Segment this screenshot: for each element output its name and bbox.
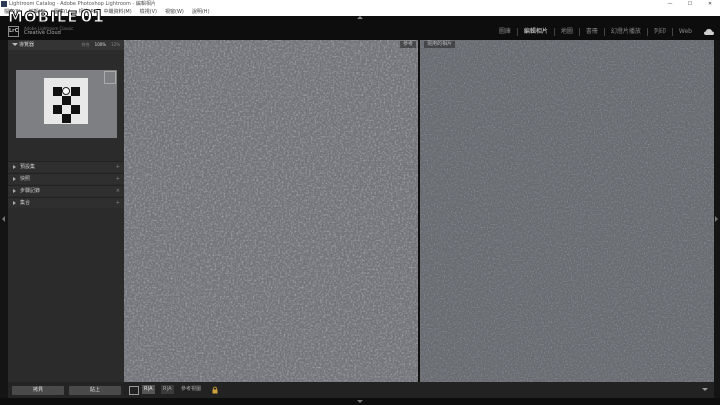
expand-triangle-icon[interactable] [13,177,16,181]
watermark-logo: MOBILE 01 [8,6,105,28]
left-edge-strip[interactable] [0,40,8,398]
zoom-options: 符合 100% 12% [82,41,120,49]
panel-history[interactable]: 步驟記錄 × [8,185,124,196]
paste-button[interactable]: 貼上 [69,386,121,395]
maximize-button[interactable]: ☐ [680,0,700,8]
menu-bar: 檔案(F) 編輯(E) 圖庫(L) 相片(P) 中繼資料(M) 檢視(V) 視窗… [0,8,720,16]
toolbar-menu-chevron-icon[interactable] [702,388,708,391]
minimize-button[interactable]: — [660,0,680,8]
menu-help[interactable]: 說明(H) [192,8,210,16]
window-titlebar: Lightroom Catalog - Adobe Photoshop Ligh… [0,0,720,8]
copy-button[interactable]: 拷貝 [12,386,64,395]
module-bar: LrC Adobe Lightroom Classic Creative Clo… [0,16,720,40]
right-edge-strip[interactable] [714,40,720,398]
navigator-title: 導覽器 [19,42,35,48]
window-controls: — ☐ ✕ [660,0,720,8]
module-slideshow[interactable]: 幻燈片播放 [605,28,648,36]
left-panel-toggle-icon[interactable] [2,216,5,222]
concrete-texture-reference [124,40,418,382]
module-library[interactable]: 圖庫 [493,28,518,36]
menu-window[interactable]: 視窗(W) [165,8,184,16]
menu-view[interactable]: 檢視(V) [140,8,157,16]
panel-history-label: 步驟記錄 [20,188,41,194]
close-button[interactable]: ✕ [700,0,720,8]
cloud-icon[interactable] [704,29,714,35]
panel-presets-label: 預設集 [20,164,36,170]
module-web[interactable]: Web [673,28,698,36]
app-icon [1,1,7,7]
active-photo-view[interactable]: 現用的相片 [420,40,714,382]
add-preset-icon[interactable]: + [116,163,120,171]
active-view-label: 現用的相片 [424,41,456,48]
add-snapshot-icon[interactable]: + [116,175,120,183]
watermark-suffix: 01 [80,7,105,28]
left-panel: 導覽器 符合 100% 12% 預設集 + 快照 + 步驟記錄 × 集合 + [8,40,124,382]
checkerboard-target [44,78,88,124]
concrete-texture-active [420,40,714,382]
zoom-12[interactable]: 12% [111,41,120,49]
filmstrip-toggle-icon[interactable] [357,400,363,403]
module-picker: 圖庫 編輯相片 地圖 書冊 幻燈片播放 列印 Web [493,28,698,36]
panel-presets[interactable]: 預設集 + [8,161,124,172]
target-mark-icon [62,87,70,95]
collapse-triangle-icon[interactable] [12,43,18,46]
reference-photo-view[interactable]: 參考 [124,40,418,382]
expand-triangle-icon[interactable] [13,165,16,169]
add-collection-icon[interactable]: + [116,199,120,207]
clear-history-icon[interactable]: × [116,187,120,195]
expand-triangle-icon[interactable] [13,189,16,193]
panel-collections[interactable]: 集合 + [8,197,124,208]
brand-line2: Creative Cloud [24,30,61,36]
panel-snapshots[interactable]: 快照 + [8,173,124,184]
navigator-header[interactable]: 導覽器 符合 100% 12% [8,40,124,50]
lock-icon[interactable] [212,386,218,394]
navigator-preview[interactable] [16,70,117,138]
panel-collections-label: 集合 [20,200,31,206]
left-panel-footer: 拷貝 貼上 [8,382,124,398]
zoom-frame-indicator[interactable] [104,71,116,84]
right-panel-toggle-icon[interactable] [715,216,718,222]
reference-view-label: 參考視圖 [181,386,202,392]
menu-metadata[interactable]: 中繼資料(M) [103,8,131,16]
module-develop[interactable]: 編輯相片 [518,28,555,36]
zoom-100[interactable]: 100% [95,41,106,49]
zoom-fit[interactable]: 符合 [82,41,90,49]
loupe-view-icon[interactable] [129,386,139,395]
panel-snapshots-label: 快照 [20,176,31,182]
module-print[interactable]: 列印 [648,28,673,36]
bottom-toolbar: R|A R|A 參考視圖 [124,382,714,398]
reference-view-label: 參考 [399,41,416,48]
module-map[interactable]: 地圖 [555,28,580,36]
compare-mode-toggle[interactable]: R|A [161,385,174,394]
top-panel-toggle-icon[interactable] [357,16,363,19]
module-book[interactable]: 書冊 [580,28,605,36]
expand-triangle-icon[interactable] [13,201,16,205]
watermark-text: MOBILE [8,8,79,27]
reference-mode-toggle[interactable]: R|A [142,385,155,394]
